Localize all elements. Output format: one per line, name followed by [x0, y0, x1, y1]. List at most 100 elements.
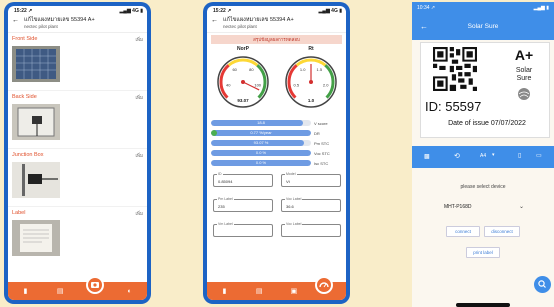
gauge-tick-label: 1.0 [300, 67, 306, 72]
select-prompt: please select device [460, 184, 506, 190]
chevron-down-icon: ⌄ [518, 204, 524, 210]
share-icon[interactable]: ⟲ [454, 152, 460, 160]
page-subtitle: nectec pilot plant [24, 24, 58, 29]
chevron-down-icon[interactable]: ▾ [492, 152, 495, 158]
app-bar: 10:34 ↗ ▂▄▆ ▮ ← Solar Sure [412, 2, 554, 40]
metric-bars: 18.8 V score 0.77 %/year DR 93.07 % Pm STC 0.0… [207, 120, 346, 166]
pm-label-field[interactable]: Pm Label 235 [213, 197, 273, 212]
camera-icon [91, 282, 99, 288]
gauge-tick-label: 0.5 [294, 82, 300, 87]
field-label: Voc Label [285, 197, 303, 201]
connect-button[interactable]: connect [446, 226, 480, 237]
field-label: Vm Label [217, 222, 234, 226]
issue-date: Date of issue 07/07/2022 [448, 120, 526, 127]
trash-icon[interactable]: ▮ [221, 288, 228, 295]
brand-solar: Solar [515, 67, 533, 74]
page-icon[interactable]: ▯ [518, 152, 521, 159]
label-preview: A+ Solar Sure ID: 55597 Date of issue 07… [420, 42, 550, 138]
gauge-tick-label: 100 [254, 82, 261, 87]
add-photo-button[interactable]: เพิ่ม [136, 210, 143, 217]
page-subtitle: nectec pilot plant [223, 24, 257, 29]
gauge-area: NorP 40 60 80 100 93.07 Rt 0.5 1.0 1.5 2.0 1.0 [207, 46, 346, 116]
print-toolbar: ▩ ⟲ A4 ▾ ▯ ▭ [412, 146, 554, 168]
section-label: Back Side [12, 94, 37, 100]
phone-2-screen: 15:22 ↗ ▂▄▆ 4G ▮ ← แก้ไขแผงหมายเลข 55394… [207, 6, 346, 300]
document-icon[interactable]: ▤ [57, 288, 64, 295]
status-signal: ▂▄▆ ▮ [533, 5, 549, 11]
trash-icon[interactable]: ▮ [22, 288, 29, 295]
section-label-photo: Label เพิ่ม [8, 207, 147, 264]
camera-fab-button[interactable] [86, 276, 104, 294]
status-time: 10:34 ↗ [417, 5, 436, 11]
document-icon[interactable]: ▤ [256, 288, 263, 295]
metric-label: Voc STC [314, 150, 330, 156]
add-photo-button[interactable]: เพิ่ม [136, 36, 143, 43]
id-field[interactable]: ID 0.85094 [213, 172, 273, 187]
metric-label: V score [314, 120, 328, 126]
model-field[interactable]: Model Vt [281, 172, 341, 187]
gauge-icon[interactable]: ◐ [126, 288, 133, 295]
phone-1-screen: 15:22 ↗ ▂▄▆ 4G ▮ ← แก้ไขแผงหมายเลข 55394… [8, 6, 147, 300]
metric-row: 0.77 %/year DR [211, 130, 342, 136]
gauge-hub [241, 80, 245, 84]
section-label: Front Side [12, 36, 38, 42]
metric-label: Isc STC [314, 160, 329, 166]
field-label: Model [285, 172, 297, 176]
device-select[interactable]: MHT-P168D ⌄ [440, 201, 528, 213]
print-label-button[interactable]: print label [466, 247, 500, 258]
field-value: 36.6 [286, 204, 294, 209]
gauge-hub [309, 80, 313, 84]
gauge-tick-label: 1.5 [317, 67, 323, 72]
nameplate-photo [12, 220, 60, 256]
status-time: 15:22 ↗ [213, 8, 232, 14]
gauge-tick-label: 2.0 [323, 82, 329, 87]
gauge-fab-button[interactable] [315, 276, 333, 294]
app-header: ← แก้ไขแผงหมายเลข 55394 A+ nectec pilot … [8, 16, 147, 33]
disconnect-button[interactable]: disconnect [484, 226, 520, 237]
vm-label-field[interactable]: Vm Label [213, 222, 273, 237]
bottom-tab-bar: ▮ ▤ ▣ ◐ [8, 282, 147, 300]
phone-2: 15:22 ↗ ▂▄▆ 4G ▮ ← แก้ไขแผงหมายเลข 55394… [203, 2, 350, 304]
front-side-photo [12, 46, 60, 82]
grade-badge: A+ [514, 47, 534, 63]
status-signal: ▂▄▆ 4G ▮ [119, 8, 143, 14]
pages-icon[interactable]: ▭ [536, 152, 542, 159]
field-value: Vt [286, 179, 290, 184]
metric-progress-bar: 93.07 % [211, 140, 311, 146]
home-indicator [456, 303, 510, 307]
metric-progress-bar: 0.77 %/year [211, 130, 311, 136]
back-side-photo [12, 104, 60, 140]
gauge-value: 1.0 [307, 98, 315, 103]
field-label: ID [217, 172, 223, 176]
device-name: MHT-P168D [444, 204, 472, 210]
field-label: Voc Label [285, 222, 303, 226]
voc-label-field[interactable]: Voc Label 36.6 [281, 197, 341, 212]
gauge-rt: Rt 0.5 1.0 1.5 2.0 1.0 [279, 46, 343, 113]
metric-label: Pm STC [314, 140, 330, 146]
metric-bar-text: 0.77 %/year [250, 130, 272, 135]
back-arrow-icon[interactable]: ← [12, 17, 20, 25]
image-icon[interactable]: ▣ [290, 288, 298, 295]
page-title: แก้ไขแผงหมายเลข 55394 A+ [223, 17, 294, 23]
section-label: Label [12, 210, 26, 216]
printer-icon[interactable]: ▩ [424, 153, 430, 160]
field-label: Pm Label [217, 197, 234, 201]
metric-bar-text: 93.07 % [253, 140, 269, 145]
back-arrow-icon[interactable]: ← [211, 17, 219, 25]
metric-progress-bar: 0.0 % [211, 150, 311, 156]
status-bar: 15:22 ↗ ▂▄▆ 4G ▮ [207, 6, 346, 16]
summary-banner: สรุปข้อมูลผลการทดสอบ [211, 35, 342, 44]
voc-label-field-2[interactable]: Voc Label [281, 222, 341, 237]
add-photo-button[interactable]: เพิ่ม [136, 94, 143, 101]
brand-sure: Sure [516, 75, 532, 82]
status-signal: ▂▄▆ 4G ▮ [318, 8, 342, 14]
paper-size-select[interactable]: A4 [480, 153, 486, 159]
gauge-value: 93.07 [237, 98, 249, 103]
field-value: 0.85094 [218, 179, 233, 184]
app-title: Solar Sure [467, 23, 499, 30]
speedometer-icon [319, 282, 329, 288]
add-photo-button[interactable]: เพิ่ม [136, 152, 143, 159]
info-fields: ID 0.85094 Model Vt Pm Label 235 Voc Lab… [207, 166, 346, 237]
section-label: Junction Box [12, 152, 44, 158]
search-fab-button[interactable] [534, 276, 551, 293]
